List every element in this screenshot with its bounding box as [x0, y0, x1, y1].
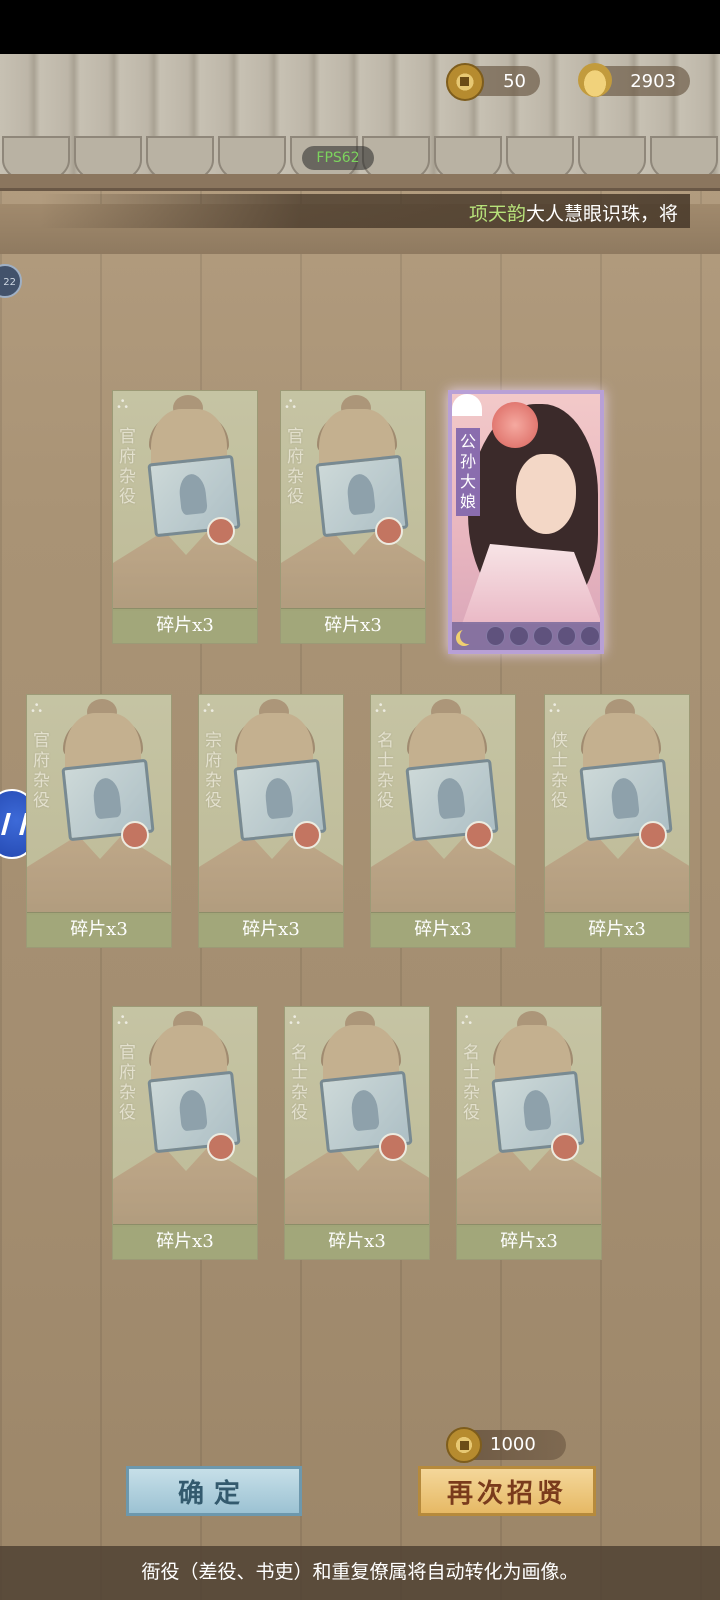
- recruit-card[interactable]: ⛬ 官府杂役 碎片x3: [112, 1006, 258, 1260]
- hero-star-bar: [452, 622, 600, 650]
- card-role-label: 官府杂役: [119, 427, 136, 507]
- card-reward-label: 碎片x3: [27, 912, 171, 947]
- recruit-card[interactable]: ⛬ 宗府杂役 碎片x3: [198, 694, 344, 948]
- card-reward-label: 碎片x3: [199, 912, 343, 947]
- rank-badge-icon: ⛬: [289, 1009, 301, 1028]
- coin-counter[interactable]: 50: [446, 63, 540, 101]
- rank-badge-icon: ⛬: [461, 1009, 473, 1028]
- moon-icon: [460, 628, 476, 644]
- coin-icon: [446, 1427, 482, 1463]
- star-slot: [556, 626, 577, 646]
- ingot-counter[interactable]: 2903: [578, 63, 690, 97]
- roof-beam: [0, 174, 720, 191]
- coin-icon: [446, 63, 484, 101]
- card-reward-label: 碎片x3: [457, 1224, 601, 1259]
- card-reward-label: 碎片x3: [285, 1224, 429, 1259]
- star-slot: [485, 626, 506, 646]
- recruit-card[interactable]: ⛬ 名士杂役 碎片x3: [370, 694, 516, 948]
- recruit-card[interactable]: ⛬ 名士杂役 碎片x3: [284, 1006, 430, 1260]
- card-role-label: 侠士杂役: [551, 731, 568, 811]
- card-role-label: 名士杂役: [463, 1043, 480, 1123]
- coin-amount: 50: [503, 70, 526, 92]
- card-role-label: 名士杂役: [377, 731, 394, 811]
- rank-badge-icon: ⛬: [31, 697, 43, 716]
- card-role-label: 官府杂役: [33, 731, 50, 811]
- conversion-notice: 衙役（差役、书吏）和重复僚属将自动转化为画像。: [0, 1546, 720, 1600]
- announcement-player-name: 项天韵: [468, 203, 526, 225]
- side-avatar-badge[interactable]: 22: [0, 264, 22, 298]
- card-role-label: 宗府杂役: [205, 731, 222, 811]
- rank-badge-icon: ⛬: [285, 393, 297, 412]
- recruit-cost-amount: 1000: [490, 1434, 536, 1455]
- flower-ornament-icon: [492, 402, 538, 448]
- star-slot: [580, 626, 600, 646]
- hero-card[interactable]: 公孙大娘: [448, 390, 604, 654]
- card-reward-label: 碎片x3: [113, 1224, 257, 1259]
- announcement-text: 项天韵大人慧眼识珠，将: [469, 199, 678, 226]
- rank-badge-icon: ⛬: [117, 393, 129, 412]
- gold-ingot-icon: [578, 63, 612, 97]
- card-reward-label: 碎片x3: [113, 608, 257, 643]
- announcement-marquee: 项天韵大人慧眼识珠，将: [40, 194, 690, 228]
- hero-portrait: [516, 454, 576, 534]
- card-reward-label: 碎片x3: [371, 912, 515, 947]
- card-reward-label: 碎片x3: [281, 608, 425, 643]
- fps-indicator: FPS62: [302, 146, 374, 170]
- hero-name-label: 公孙大娘: [456, 428, 480, 516]
- recruit-card[interactable]: ⛬ 名士杂役 碎片x3: [456, 1006, 602, 1260]
- confirm-button[interactable]: 确定: [126, 1466, 302, 1516]
- fan-rarity-icon: [452, 394, 482, 416]
- announcement-message: 大人慧眼识珠，将: [525, 203, 678, 225]
- card-role-label: 官府杂役: [287, 427, 304, 507]
- card-role-label: 名士杂役: [291, 1043, 308, 1123]
- star-slot: [509, 626, 530, 646]
- card-reward-label: 碎片x3: [545, 912, 689, 947]
- recruit-card[interactable]: ⛬ 官府杂役 碎片x3: [280, 390, 426, 644]
- rank-badge-icon: ⛬: [117, 1009, 129, 1028]
- rank-badge-icon: ⛬: [203, 697, 215, 716]
- ingot-amount: 2903: [630, 70, 676, 92]
- recruit-card[interactable]: ⛬ 侠士杂役 碎片x3: [544, 694, 690, 948]
- recruit-cost: 1000: [446, 1427, 566, 1463]
- card-role-label: 官府杂役: [119, 1043, 136, 1123]
- star-slot: [533, 626, 553, 646]
- rank-badge-icon: ⛬: [375, 697, 387, 716]
- recruit-again-button[interactable]: 再次招贤: [418, 1466, 596, 1516]
- rank-badge-icon: ⛬: [549, 697, 561, 716]
- recruit-card[interactable]: ⛬ 官府杂役 碎片x3: [26, 694, 172, 948]
- recruit-card[interactable]: ⛬ 官府杂役 碎片x3: [112, 390, 258, 644]
